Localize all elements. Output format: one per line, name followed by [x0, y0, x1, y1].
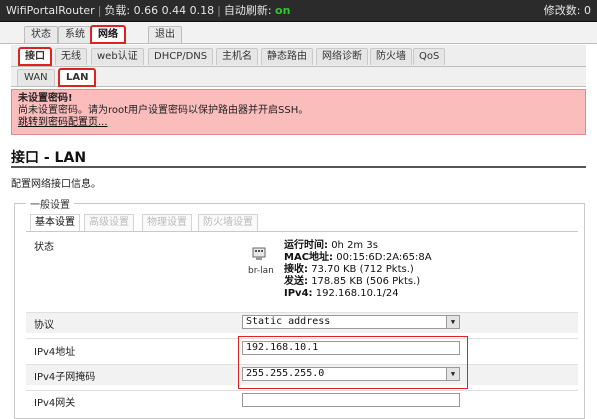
tab-diagnostics[interactable]: 网络诊断: [316, 48, 368, 65]
ipv4-address-label: IPv4地址: [34, 347, 76, 358]
dropdown-arrow-icon[interactable]: ▼: [446, 316, 459, 328]
rx-line: 接收: 73.70 KB (712 Pkts.): [284, 264, 414, 275]
ipv4-status-value: 192.168.10.1/24: [315, 288, 399, 299]
ipv4-status-label: IPv4:: [284, 288, 313, 299]
tx-line: 发送: 178.85 KB (506 Pkts.): [284, 276, 420, 287]
warning-message: 尚未设置密码。请为root用户设置密码以保护路由器并开启SSH。: [18, 105, 309, 116]
tab-hostnames[interactable]: 主机名: [216, 48, 258, 65]
menu-network[interactable]: 网络: [90, 25, 126, 44]
menu-status[interactable]: 状态: [24, 26, 58, 43]
tab-lan[interactable]: LAN: [57, 68, 97, 87]
auto-refresh-toggle[interactable]: on: [275, 4, 290, 17]
tab-wan[interactable]: WAN: [17, 69, 55, 86]
changes-label: 修改数:: [543, 4, 581, 17]
tab-interfaces[interactable]: 接口: [18, 47, 52, 66]
tab-dhcp-dns[interactable]: DHCP/DNS: [148, 48, 214, 65]
tab-static-routes[interactable]: 静态路由: [261, 48, 313, 65]
tx-label: 发送:: [284, 276, 308, 287]
protocol-selected-value: Static address: [246, 316, 331, 327]
router-info: WifiPortalRouter | 负载: 0.66 0.44 0.18 | 自动刷新…: [6, 4, 291, 17]
interface-submenu: WAN LAN: [11, 67, 586, 87]
subtab-firewall[interactable]: 防火墙设置: [198, 214, 258, 231]
warning-title: 未设置密码!: [18, 93, 73, 104]
page-title: 接口 - LAN: [11, 150, 87, 166]
netmask-label: IPv4子网掩码: [34, 372, 96, 383]
load-value: 0.66 0.44 0.18: [133, 4, 215, 17]
network-interface-icon: [252, 247, 266, 260]
uptime-label: 运行时间:: [284, 240, 328, 251]
menu-logout[interactable]: 退出: [148, 26, 182, 43]
ipv4-line: IPv4: 192.168.10.1/24: [284, 288, 399, 299]
page-description: 配置网络接口信息。: [11, 179, 101, 190]
main-menu: 状态 系统 网络 退出: [0, 22, 597, 44]
refresh-label: 自动刷新:: [223, 4, 272, 17]
title-divider: [11, 166, 586, 168]
router-name: WifiPortalRouter: [6, 4, 95, 17]
interface-name: br-lan: [248, 266, 274, 276]
tx-value: 178.85 KB (506 Pkts.): [311, 276, 421, 287]
menu-system[interactable]: 系统: [58, 26, 92, 43]
load-label: 负载:: [104, 4, 131, 17]
subtab-advanced[interactable]: 高级设置: [84, 214, 134, 231]
subtab-divider: [26, 231, 578, 232]
tab-web-auth[interactable]: web认证: [91, 48, 144, 65]
rx-label: 接收:: [284, 264, 308, 275]
password-config-link[interactable]: 跳转到密码配置页...: [18, 117, 579, 129]
gateway-input[interactable]: [242, 393, 460, 407]
top-status-bar: WifiPortalRouter | 负载: 0.66 0.44 0.18 | 自动刷新…: [0, 0, 597, 22]
mac-line: MAC地址: 00:15:6D:2A:65:8A: [284, 252, 432, 263]
protocol-label: 协议: [34, 320, 54, 331]
changes-counter[interactable]: 修改数: 0: [544, 0, 591, 22]
subtab-basic[interactable]: 基本设置: [30, 214, 80, 231]
tab-firewall[interactable]: 防火墙: [370, 48, 412, 65]
password-warning: 未设置密码! 尚未设置密码。请为root用户设置密码以保护路由器并开启SSH。 …: [11, 89, 586, 135]
highlight-box: [238, 336, 468, 389]
status-label: 状态: [34, 242, 54, 253]
uptime-value: 0h 2m 3s: [331, 240, 378, 251]
section-legend: 一般设置: [26, 196, 74, 211]
uptime-line: 运行时间: 0h 2m 3s: [284, 240, 378, 251]
tab-qos[interactable]: QoS: [413, 48, 446, 65]
tab-wireless[interactable]: 无线: [55, 48, 87, 65]
gateway-label: IPv4网关: [34, 398, 76, 409]
mac-value: 00:15:6D:2A:65:8A: [336, 252, 432, 263]
changes-value: 0: [584, 4, 591, 17]
subtab-physical[interactable]: 物理设置: [142, 214, 192, 231]
mac-label: MAC地址:: [284, 252, 334, 263]
protocol-select[interactable]: Static address ▼: [242, 315, 460, 329]
network-submenu: 接口 无线 web认证 DHCP/DNS 主机名 静态路由 网络诊断 防火墙 Q…: [11, 45, 586, 67]
rx-value: 73.70 KB (712 Pkts.): [311, 264, 414, 275]
